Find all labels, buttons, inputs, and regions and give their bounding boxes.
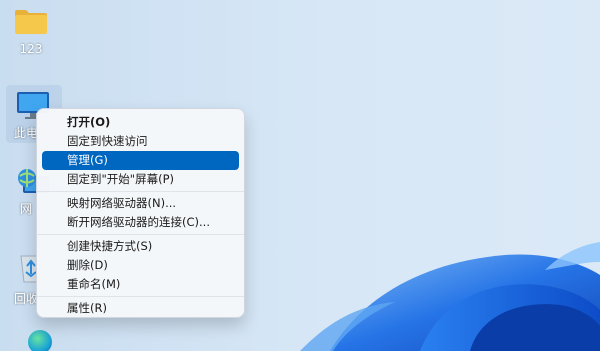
desktop-icon-123[interactable]: 123 [0,8,62,56]
desktop-icon-label: 此电 [14,126,39,140]
menu-item-label: 映射网络驱动器(N)... [67,196,177,210]
menu-item-label: 删除(D) [67,258,108,272]
menu-item-pin-start[interactable]: 固定到"开始"屏幕(P) [42,170,239,189]
menu-item-create-shortcut[interactable]: 创建快捷方式(S) [42,237,239,256]
menu-item-label: 打开(O) [67,115,111,129]
menu-item-delete[interactable]: 删除(D) [42,256,239,275]
desktop: 123 此电 网 回收 打开(O) 固定到快速访问 管理(G) 固定到"开始"屏… [0,0,600,351]
menu-separator [37,296,244,297]
menu-item-label: 固定到快速访问 [67,134,148,148]
menu-item-label: 固定到"开始"屏幕(P) [67,172,174,186]
edge-browser-icon[interactable] [28,330,52,351]
desktop-icon-label: 网 [20,202,33,216]
menu-item-map-network-drive[interactable]: 映射网络驱动器(N)... [42,194,239,213]
menu-item-disconnect-network-drive[interactable]: 断开网络驱动器的连接(C)... [42,213,239,232]
menu-item-pin-quick-access[interactable]: 固定到快速访问 [42,132,239,151]
desktop-icon-label: 123 [19,42,43,56]
menu-item-label: 重命名(M) [67,277,121,291]
desktop-icon-label: 回收 [14,292,39,306]
menu-item-rename[interactable]: 重命名(M) [42,275,239,294]
menu-separator [37,234,244,235]
menu-item-label: 属性(R) [67,301,107,315]
menu-item-label: 管理(G) [67,153,108,167]
context-menu: 打开(O) 固定到快速访问 管理(G) 固定到"开始"屏幕(P) 映射网络驱动器… [36,108,245,318]
menu-item-label: 断开网络驱动器的连接(C)... [67,215,210,229]
menu-item-properties[interactable]: 属性(R) [42,299,239,318]
menu-item-manage[interactable]: 管理(G) [42,151,239,170]
folder-icon [15,10,47,34]
menu-item-open[interactable]: 打开(O) [42,113,239,132]
menu-separator [37,191,244,192]
menu-item-label: 创建快捷方式(S) [67,239,153,253]
